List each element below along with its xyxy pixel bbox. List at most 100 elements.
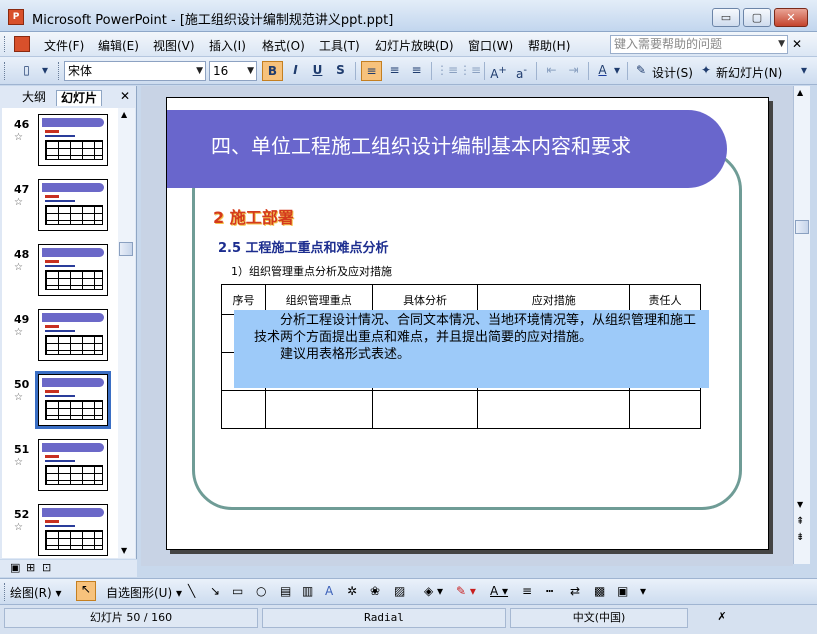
slide-preview-selected[interactable] [35,371,111,429]
scroll-up-icon[interactable]: ▲ [121,110,127,119]
line-color-icon[interactable]: ✎ ▾ [456,584,476,598]
rectangle-tool-icon[interactable]: ▭ [232,584,243,598]
menubar-grip[interactable] [4,36,7,52]
slide-thumbnail-51[interactable]: 51 ☆ [2,437,118,502]
menu-file[interactable]: 文件(F) [44,37,84,54]
new-document-icon[interactable]: ▯ [16,61,37,81]
doc-menu-icon[interactable] [14,36,30,52]
doc-close-button[interactable]: ✕ [792,37,802,51]
menu-edit[interactable]: 编辑(E) [98,37,139,54]
thumbnail-scrollbar[interactable]: ▲ ▼ [118,108,135,558]
bullet-list-icon[interactable]: ⋮≡ [459,61,481,81]
powerpoint-app-icon[interactable]: P [8,9,24,25]
align-left-icon[interactable]: ≡ [361,61,382,81]
next-slide-icon[interactable]: ⇟ [796,532,804,543]
scroll-down-icon[interactable]: ▼ [121,546,127,555]
menu-help[interactable]: 帮助(H) [528,37,570,54]
help-search-input[interactable]: 键入需要帮助的问题 ▼ [610,35,788,54]
bold-button[interactable]: B [262,61,283,81]
chevron-down-icon[interactable]: ▼ [778,36,785,53]
drawbar-grip[interactable] [4,583,7,601]
arrow-tool-icon[interactable]: ↘ [210,584,220,598]
toolbar-grip[interactable] [4,62,7,80]
table-cell[interactable] [371,390,479,429]
picture-icon[interactable]: ▨ [394,584,405,598]
slide-scrollbar[interactable]: ▲ ▼ ⇞ ⇟ [793,86,810,564]
oval-tool-icon[interactable]: ○ [256,584,266,598]
design-button[interactable]: 设计(S) [652,64,693,81]
new-slide-button[interactable]: 新幻灯片(N) [716,64,782,81]
toolbar-grip-2[interactable] [58,62,61,80]
scroll-down-icon[interactable]: ▼ [797,500,803,509]
design-icon[interactable]: ✎ [632,61,650,81]
slide-preview[interactable] [38,114,108,166]
draw-menu-button[interactable]: 绘图(R) ▾ [10,584,62,601]
chevron-down-icon[interactable]: ▾ [611,61,623,81]
increase-indent-icon[interactable]: ⇥ [563,61,584,81]
dash-style-icon[interactable]: ┅ [546,584,553,598]
align-center-icon[interactable]: ≡ [384,61,405,81]
decrease-indent-icon[interactable]: ⇤ [541,61,562,81]
toolbar-options-icon[interactable]: ▾ [797,61,811,81]
fill-color-icon[interactable]: ◈ ▾ [424,584,443,598]
previous-slide-icon[interactable]: ⇞ [796,516,804,527]
slide-preview[interactable] [38,439,108,491]
maximize-button[interactable]: ▢ [743,8,771,27]
thumbnail-scroll-thumb[interactable] [119,242,133,256]
minimize-button[interactable]: ▭ [712,8,740,27]
line-style-icon[interactable]: ≡ [522,584,532,598]
align-right-icon[interactable]: ≡ [406,61,427,81]
decrease-font-icon[interactable]: a- [511,61,532,81]
select-pointer-icon[interactable]: ↖ [76,581,96,601]
shadow-style-icon[interactable]: ▩ [594,584,605,598]
note-callout[interactable]: 分析工程设计情况、合同文本情况、当地环境情况等，从组织管理和施工技术两个方面提出… [234,310,709,388]
numbered-list-icon[interactable]: ⋮≡ [436,61,458,81]
menu-slideshow[interactable]: 幻灯片放映(D) [375,37,454,54]
close-button[interactable]: ✕ [774,8,808,27]
arrow-style-icon[interactable]: ⇄ [570,584,580,598]
spelling-check-icon[interactable]: ✗ [692,608,752,628]
slide-sorter-view-icon[interactable]: ⊞ [26,561,35,574]
current-slide[interactable]: 四、单位工程施工组织设计编制基本内容和要求 2 施工部署 2.5 工程施工重点和… [166,97,769,550]
slide-thumbnail-52[interactable]: 52 ☆ [2,502,118,558]
toolbar-options-icon[interactable]: ▾ [38,61,52,81]
slide-thumbnail-49[interactable]: 49 ☆ [2,307,118,372]
autoshapes-menu-button[interactable]: 自选图形(U) ▾ [106,584,182,601]
tab-slides[interactable]: 幻灯片 [56,90,103,106]
wordart-icon[interactable]: A [325,584,333,598]
menu-tools[interactable]: 工具(T) [319,37,360,54]
slide-title[interactable]: 四、单位工程施工组织设计编制基本内容和要求 [211,130,631,159]
diagram-icon[interactable]: ✲ [347,584,357,598]
increase-font-icon[interactable]: A+ [488,61,509,81]
panel-close-button[interactable]: ✕ [120,89,130,103]
table-cell[interactable] [264,390,373,429]
slide-thumbnail-47[interactable]: 47 ☆ [2,177,118,242]
table-cell[interactable] [629,390,701,429]
toolbar-options-icon[interactable]: ▾ [640,584,646,598]
new-slide-icon[interactable]: ✦ [697,61,715,81]
font-name-select[interactable]: 宋体 ▼ [64,61,206,81]
menu-view[interactable]: 视图(V) [153,37,195,54]
underline-button[interactable]: U [307,61,328,81]
slide-preview[interactable] [38,244,108,296]
slide-preview[interactable] [38,309,108,361]
language-indicator[interactable]: 中文(中国) [510,608,688,628]
menu-format[interactable]: 格式(O) [262,37,305,54]
font-color-icon[interactable]: A ▾ [490,584,508,598]
point-text[interactable]: 1）组织管理重点分析及应对措施 [231,263,392,279]
scroll-up-icon[interactable]: ▲ [797,88,803,97]
section-heading[interactable]: 2 施工部署 [213,204,294,228]
subsection-heading[interactable]: 2.5 工程施工重点和难点分析 [218,237,389,256]
slide-thumbnail-48[interactable]: 48 ☆ [2,242,118,307]
slide-scroll-thumb[interactable] [795,220,809,234]
normal-view-icon[interactable]: ▣ [10,561,20,574]
textbox-tool-icon[interactable]: ▤ [280,584,291,598]
menu-window[interactable]: 窗口(W) [468,37,513,54]
table-cell[interactable] [221,390,266,429]
clipart-icon[interactable]: ❀ [370,584,380,598]
3d-style-icon[interactable]: ▣ [617,584,628,598]
vertical-textbox-icon[interactable]: ▥ [302,584,313,598]
slide-preview[interactable] [38,179,108,231]
font-color-icon[interactable]: A [592,61,613,81]
slide-thumbnail-46[interactable]: 46 ☆ [2,112,118,177]
